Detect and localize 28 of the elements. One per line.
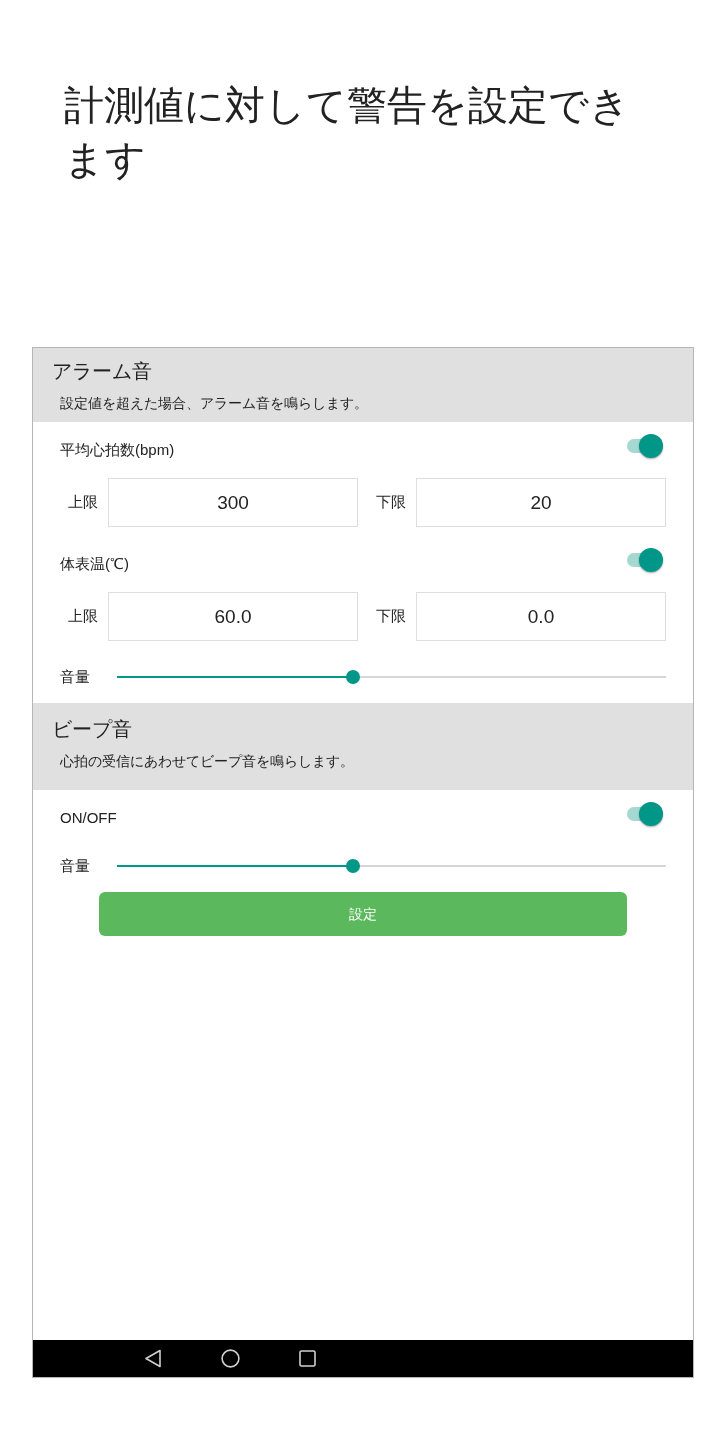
limit-input-field[interactable]: 0.0 [416, 592, 666, 641]
limit-input-field[interactable]: 20 [416, 478, 666, 527]
volume-label: 音量 [60, 666, 91, 687]
section-title: アラーム音 [52, 359, 153, 384]
recents-icon[interactable] [299, 1350, 316, 1367]
toggle-switch[interactable] [625, 548, 663, 572]
home-icon[interactable] [221, 1349, 240, 1368]
volume-slider-track[interactable] [117, 670, 666, 684]
setting-label: 平均心拍数(bpm) [60, 439, 175, 460]
toggle-switch[interactable] [625, 802, 663, 826]
volume-slider-track[interactable] [117, 859, 666, 873]
limit-input-field[interactable]: 60.0 [108, 592, 358, 641]
slider-thumb[interactable] [346, 670, 361, 684]
setting-label: ON/OFF [60, 807, 117, 828]
back-icon[interactable] [144, 1349, 162, 1368]
section-title: ビープ音 [52, 717, 133, 742]
headline: 計測値に対して警告を設定できます [64, 82, 631, 183]
volume-label: 音量 [60, 855, 91, 876]
limit-label: 上限 [68, 606, 98, 627]
setting-label: 体表温(℃) [60, 553, 129, 574]
limit-label: 下限 [376, 606, 406, 627]
toggle-switch[interactable] [625, 434, 663, 458]
limit-input-field[interactable]: 300 [108, 478, 358, 527]
limit-label: 下限 [376, 492, 406, 513]
section-description: 設定値を超えた場合、アラーム音を鳴らします。 [59, 394, 369, 413]
limit-label: 上限 [68, 492, 98, 513]
section-description: 心拍の受信にあわせてビープ音を鳴らします。 [59, 752, 355, 771]
slider-thumb[interactable] [346, 859, 361, 873]
